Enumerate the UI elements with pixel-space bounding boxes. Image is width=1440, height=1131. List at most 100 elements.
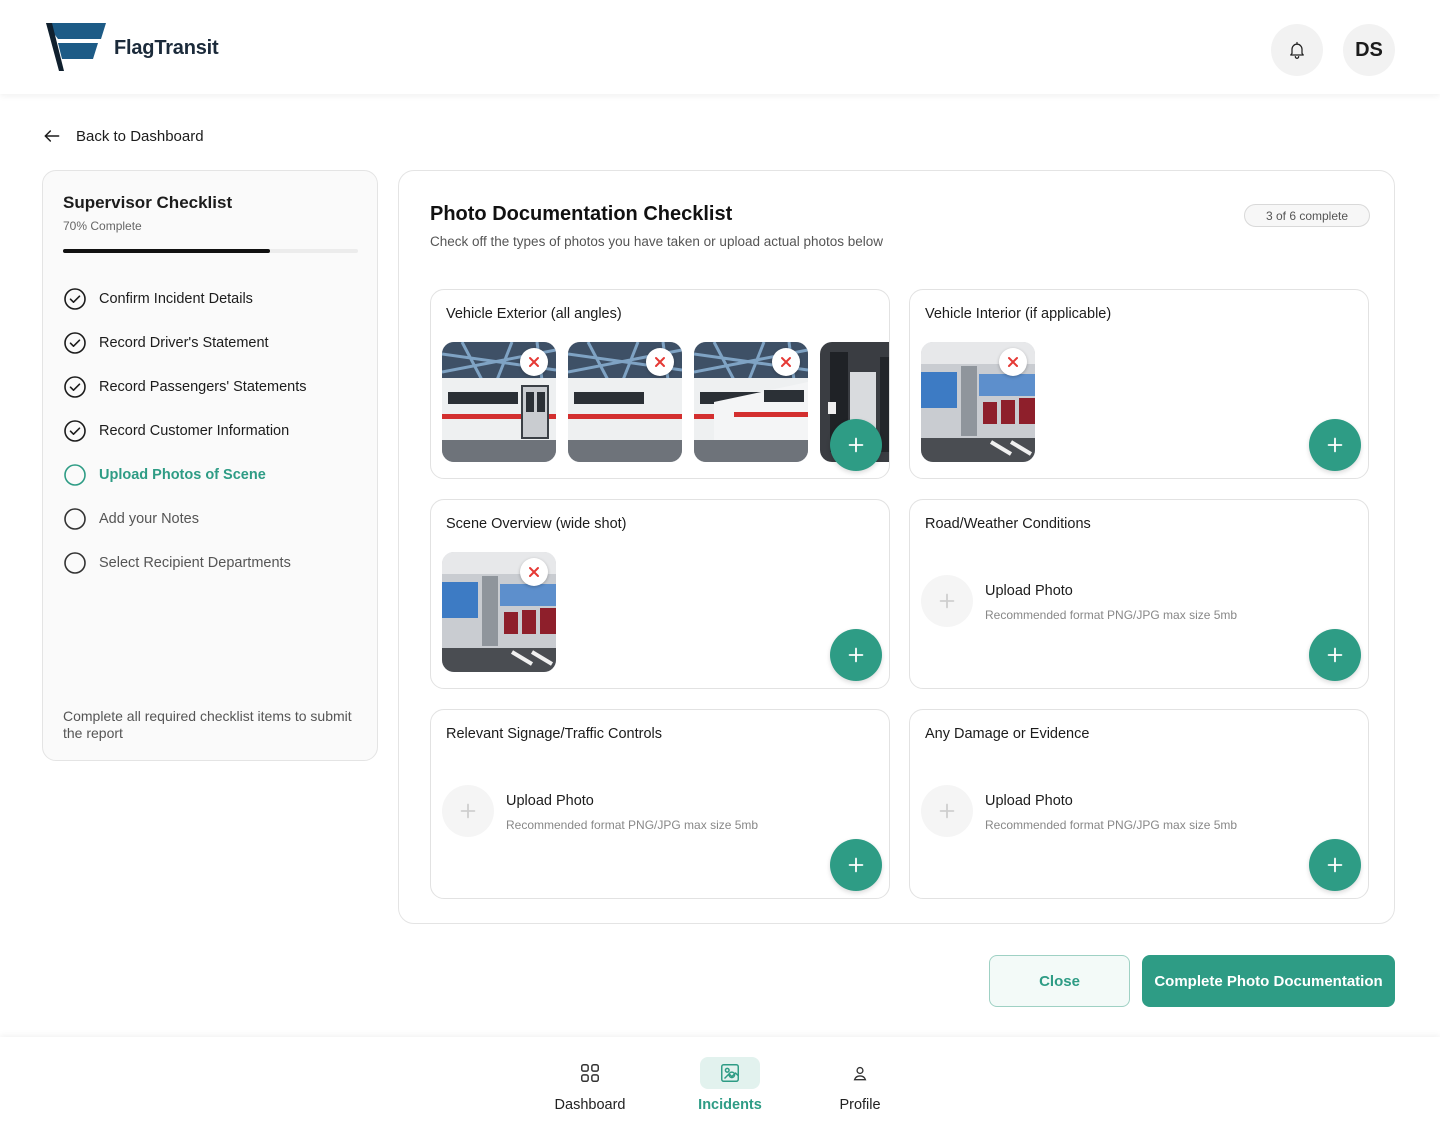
- checklist-progress-text: 70% Complete: [63, 219, 142, 233]
- upload-placeholder-icon: [442, 785, 494, 837]
- plus-icon: [939, 593, 955, 609]
- photo-thumbnail[interactable]: [921, 342, 1035, 462]
- plus-icon: [1327, 437, 1343, 453]
- flag-logo-icon: [46, 23, 106, 71]
- nav-label: Dashboard: [554, 1097, 626, 1113]
- page-title: Photo Documentation Checklist: [430, 203, 733, 225]
- upload-hint: Recommended format PNG/JPG max size 5mb: [506, 818, 759, 832]
- app-logo[interactable]: FlagTransit: [44, 22, 219, 74]
- user-icon: [853, 1066, 867, 1081]
- upload-hint: Recommended format PNG/JPG max size 5mb: [985, 608, 1238, 622]
- photo-thumbnail[interactable]: [442, 342, 556, 462]
- nav-incidents[interactable]: Incidents: [670, 1057, 790, 1113]
- close-icon: [529, 567, 539, 577]
- nav-label: Profile: [839, 1097, 881, 1113]
- photo-category-card: Vehicle Exterior (all angles): [430, 289, 890, 479]
- add-photo-button[interactable]: [830, 629, 882, 681]
- bell-icon: [1290, 41, 1304, 59]
- upload-photo-area[interactable]: Upload Photo Recommended format PNG/JPG m…: [921, 785, 1237, 837]
- plus-icon: [1327, 857, 1343, 873]
- user-avatar[interactable]: DS: [1343, 24, 1395, 76]
- photo-thumbnail[interactable]: [442, 552, 556, 672]
- add-photo-button[interactable]: [1309, 839, 1361, 891]
- checklist-step[interactable]: Confirm Incident Details: [63, 277, 306, 321]
- back-to-dashboard-link[interactable]: Back to Dashboard: [42, 126, 204, 146]
- checklist-step-label: Record Customer Information: [99, 423, 290, 439]
- checklist-step-label: Select Recipient Departments: [99, 555, 291, 571]
- photo-category-title: Vehicle Interior (if applicable): [925, 306, 1112, 322]
- photo-category-card: Scene Overview (wide shot): [430, 499, 890, 689]
- photo-category-title: Vehicle Exterior (all angles): [446, 306, 622, 322]
- plus-icon: [460, 803, 476, 819]
- photo-category-card: Any Damage or Evidence Upload Photo Recomm…: [909, 709, 1369, 899]
- close-icon: [781, 357, 791, 367]
- nav-icon-wrap: [560, 1057, 620, 1089]
- close-icon: [529, 357, 539, 367]
- check-circle-icon: [64, 288, 86, 310]
- add-photo-button[interactable]: [830, 419, 882, 471]
- checklist-progress-bar: [63, 249, 358, 253]
- checklist-step[interactable]: Select Recipient Departments: [63, 541, 306, 585]
- empty-circle-icon: [64, 508, 86, 530]
- close-icon: [1008, 357, 1018, 367]
- upload-title: Upload Photo: [985, 583, 1073, 599]
- remove-photo-button[interactable]: [520, 348, 548, 376]
- bottom-navigation: Dashboard Incidents Profile: [0, 1037, 1440, 1131]
- plus-icon: [848, 647, 864, 663]
- page-subtitle: Check off the types of photos you have t…: [430, 234, 884, 249]
- checklist-step-label: Confirm Incident Details: [99, 291, 253, 307]
- photo-thumbnail[interactable]: [568, 342, 682, 462]
- check-circle-icon: [64, 420, 86, 442]
- photo-thumbnails: [921, 342, 1035, 462]
- checklist-step-label: Record Passengers' Statements: [99, 379, 307, 395]
- nav-label: Incidents: [698, 1097, 762, 1113]
- upload-photo-area[interactable]: Upload Photo Recommended format PNG/JPG m…: [442, 785, 758, 837]
- upload-photo-area[interactable]: Upload Photo Recommended format PNG/JPG m…: [921, 575, 1237, 627]
- checklist-step[interactable]: Record Customer Information: [63, 409, 306, 453]
- photo-category-title: Scene Overview (wide shot): [446, 516, 627, 532]
- plus-icon: [1327, 647, 1343, 663]
- add-photo-button[interactable]: [1309, 629, 1361, 681]
- photo-category-card: Vehicle Interior (if applicable): [909, 289, 1369, 479]
- empty-circle-icon: [64, 552, 86, 574]
- checklist-step-label: Add your Notes: [99, 511, 199, 527]
- plus-icon: [848, 857, 864, 873]
- checklist-progress-fill: [63, 249, 270, 253]
- nav-dashboard[interactable]: Dashboard: [530, 1057, 650, 1113]
- checklist-step-label: Upload Photos of Scene: [99, 467, 266, 483]
- app-name: FlagTransit: [114, 36, 219, 59]
- checklist-footer-note: Complete all required checklist items to…: [63, 708, 352, 741]
- upload-hint: Recommended format PNG/JPG max size 5mb: [985, 818, 1238, 832]
- checklist-step[interactable]: Add your Notes: [63, 497, 306, 541]
- checklist-title: Supervisor Checklist: [63, 193, 233, 212]
- checklist-step[interactable]: Record Passengers' Statements: [63, 365, 306, 409]
- photo-category-card: Relevant Signage/Traffic Controls Upload …: [430, 709, 890, 899]
- checklist-step[interactable]: Upload Photos of Scene: [63, 453, 306, 497]
- add-photo-button[interactable]: [830, 839, 882, 891]
- grid-icon: [581, 1064, 599, 1082]
- supervisor-checklist-panel: Supervisor Checklist 70% Complete Confir…: [42, 170, 378, 761]
- notifications-button[interactable]: [1271, 24, 1323, 76]
- add-photo-button[interactable]: [1309, 419, 1361, 471]
- remove-photo-button[interactable]: [772, 348, 800, 376]
- plus-icon: [939, 803, 955, 819]
- top-header: FlagTransit DS: [0, 0, 1440, 94]
- check-circle-icon: [64, 332, 86, 354]
- close-icon: [655, 357, 665, 367]
- remove-photo-button[interactable]: [646, 348, 674, 376]
- nav-profile[interactable]: Profile: [800, 1057, 920, 1113]
- photo-documentation-panel: Photo Documentation Checklist Check off …: [398, 170, 1395, 924]
- checklist-step[interactable]: Record Driver's Statement: [63, 321, 306, 365]
- checklist-step-label: Record Driver's Statement: [99, 335, 269, 351]
- active-circle-icon: [64, 464, 86, 486]
- remove-photo-button[interactable]: [999, 348, 1027, 376]
- checklist-steps: Confirm Incident Details Record Driver's …: [63, 277, 306, 585]
- photo-thumbnails: [442, 552, 556, 672]
- complete-photo-documentation-button[interactable]: Complete Photo Documentation: [1142, 955, 1395, 1007]
- remove-photo-button[interactable]: [520, 558, 548, 586]
- close-button[interactable]: Close: [989, 955, 1130, 1007]
- upload-placeholder-icon: [921, 575, 973, 627]
- plus-icon: [848, 437, 864, 453]
- back-label: Back to Dashboard: [76, 127, 204, 145]
- photo-thumbnail[interactable]: [694, 342, 808, 462]
